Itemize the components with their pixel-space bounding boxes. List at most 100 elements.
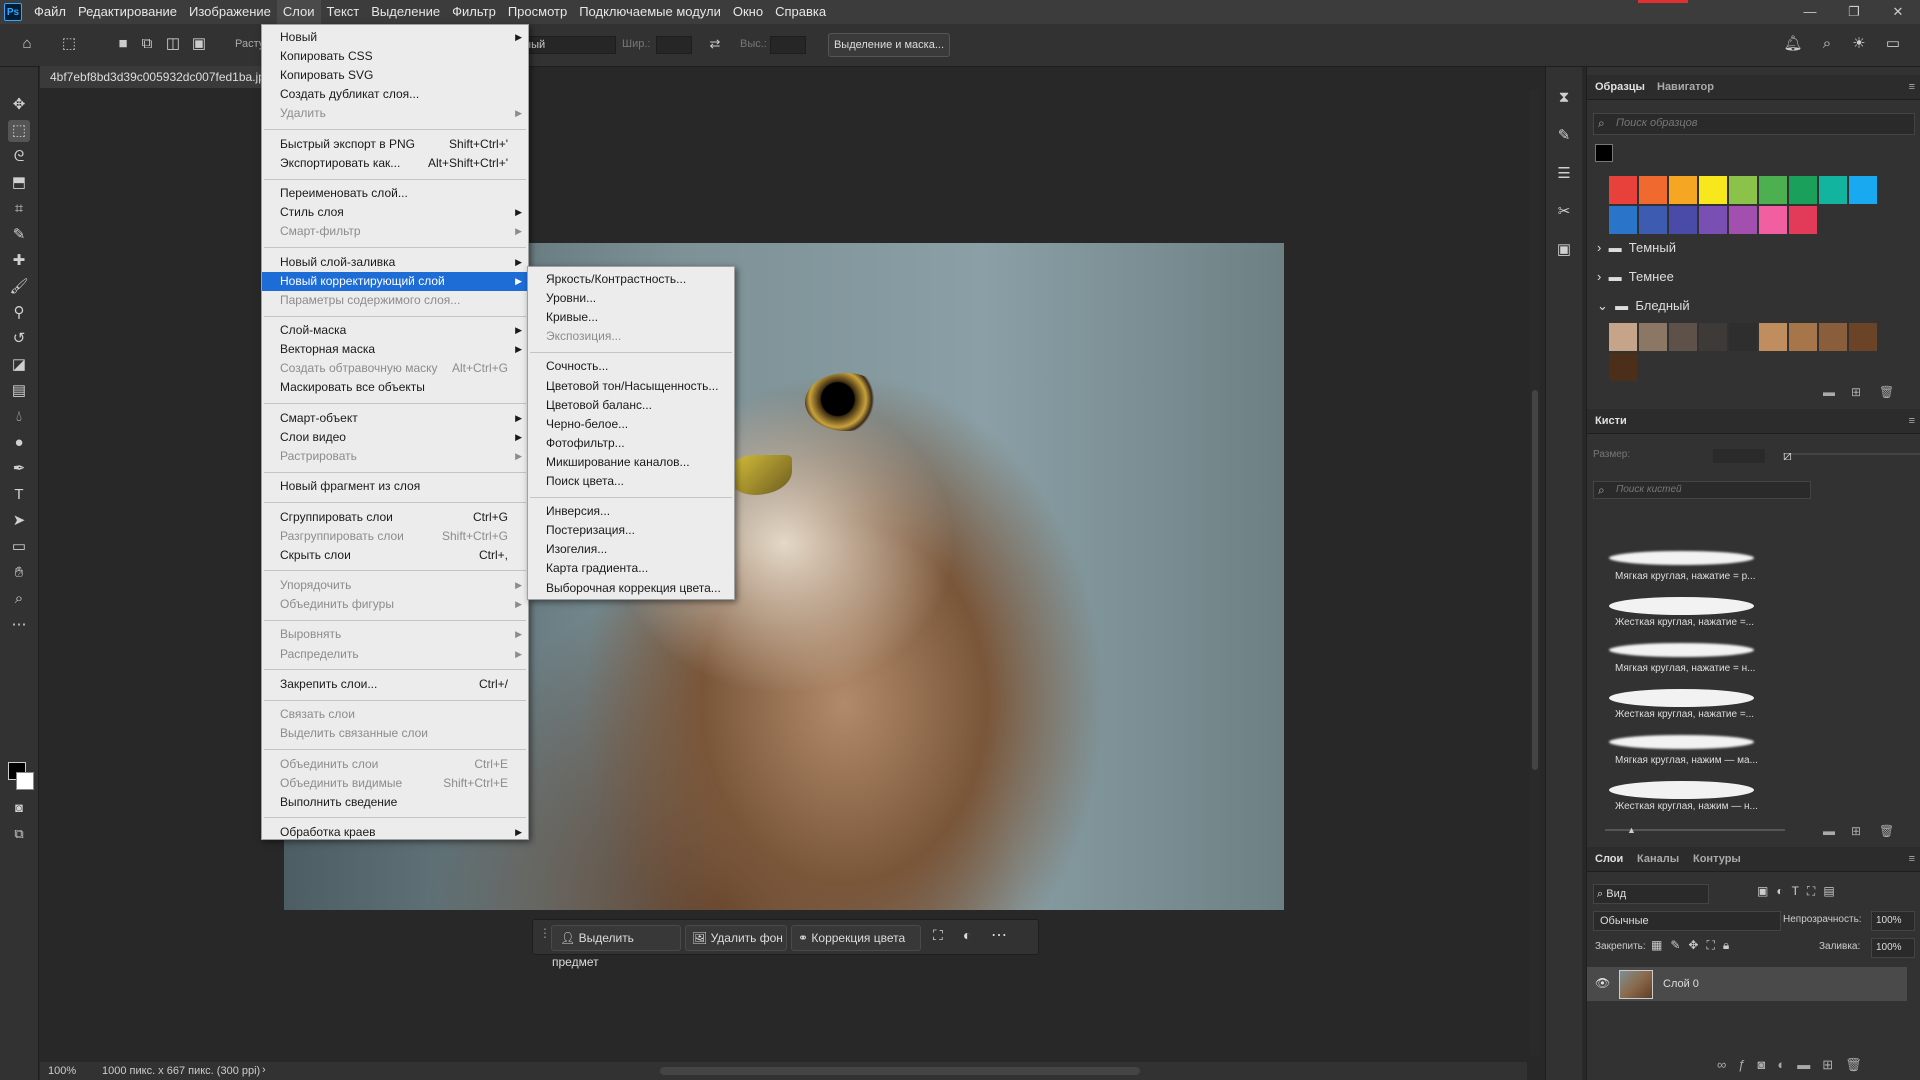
layer-actions[interactable]: ∞ƒ◙◐▬⊞🗑︎ — [1717, 1057, 1874, 1073]
gradient-tool-icon[interactable]: ▤ — [8, 380, 30, 402]
dodge-tool-icon[interactable]: ● — [8, 432, 30, 454]
new-group-icon[interactable]: ▬ — [1823, 824, 1835, 838]
menu-item[interactable]: Векторная маска ▶ — [262, 340, 528, 359]
color-swatch[interactable] — [1819, 176, 1847, 204]
more-options-icon[interactable]: ⋯ — [991, 925, 1007, 945]
select-subject-button[interactable]: 👤︎ Выделить предмет — [551, 925, 681, 969]
background-color-swatch[interactable] — [16, 772, 34, 790]
color-swatch[interactable] — [1819, 323, 1847, 351]
tab-paths[interactable]: Контуры — [1693, 847, 1741, 871]
healing-brush-icon[interactable]: ✚ — [8, 250, 30, 272]
delete-icon[interactable]: 🗑︎ — [1879, 385, 1894, 399]
style-select[interactable]: ный — [520, 36, 616, 54]
hand-tool-icon[interactable]: ✋︎ — [8, 562, 30, 584]
color-swatch[interactable] — [1669, 176, 1697, 204]
intersect-selection-icon[interactable]: ▣ — [188, 33, 210, 55]
workspace-icon[interactable]: ▭ — [1882, 33, 1904, 55]
menu-item[interactable]: Цветовой тон/Насыщенность... — [528, 377, 734, 396]
menu-item[interactable]: Слой-маска ▶ — [262, 321, 528, 340]
opacity-input[interactable]: 100% — [1871, 911, 1915, 931]
menu-item[interactable]: Уровни... — [528, 289, 734, 308]
close-icon[interactable]: ✕ — [1876, 0, 1920, 24]
discover-icon[interactable]: ☀ — [1848, 33, 1870, 55]
swatch-folder-darker[interactable]: › ▬ Темнее — [1597, 269, 1674, 284]
brush-preset[interactable]: Жесткая круглая, нажим — н... — [1607, 777, 1762, 821]
menu-3[interactable]: Слои — [276, 0, 321, 24]
menu-item[interactable]: Кривые... — [528, 308, 734, 327]
tab-brushes[interactable]: Кисти — [1595, 409, 1627, 433]
eraser-tool-icon[interactable]: ◪ — [8, 354, 30, 376]
new-group-icon[interactable]: ▬ — [1823, 385, 1835, 399]
visibility-eye-icon[interactable]: 👁︎ — [1595, 976, 1610, 990]
object-select-tool-icon[interactable]: ⬒ — [8, 172, 30, 194]
menu-item[interactable]: Новый слой-заливка ▶ — [262, 253, 528, 272]
panel-menu-icon[interactable]: ≡ — [1909, 847, 1915, 871]
color-swatch[interactable] — [1729, 323, 1757, 351]
brush-size-input[interactable] — [1713, 449, 1765, 463]
color-swatch[interactable] — [1699, 206, 1727, 234]
color-swatch[interactable] — [1759, 323, 1787, 351]
tab-swatches[interactable]: Образцы — [1595, 75, 1645, 99]
menu-item[interactable]: Слои видео ▶ — [262, 428, 528, 447]
path-select-icon[interactable]: ➤ — [8, 510, 30, 532]
vertical-scrollbar[interactable] — [1530, 90, 1540, 1055]
select-and-mask-button[interactable]: Выделение и маска... — [828, 33, 950, 57]
menu-item[interactable]: Сочность... — [528, 357, 734, 376]
color-swatch[interactable] — [1639, 323, 1667, 351]
menu-5[interactable]: Выделение — [365, 0, 446, 24]
zoom-tool-icon[interactable]: ⌕ — [8, 588, 30, 610]
menu-7[interactable]: Просмотр — [502, 0, 573, 24]
menu-item[interactable]: Поиск цвета... — [528, 472, 734, 491]
color-swatch[interactable] — [1729, 176, 1757, 204]
swap-icon[interactable]: ⇄ — [704, 33, 726, 55]
menu-8[interactable]: Подключаемые модули — [573, 0, 727, 24]
menu-item[interactable]: Переименовать слой... — [262, 184, 528, 203]
horizontal-scrollbar[interactable] — [660, 1067, 1140, 1075]
brush-preset[interactable]: Мягкая круглая, нажатие = р... — [1607, 547, 1762, 591]
screen-mode-icon[interactable]: ⧉ — [8, 823, 30, 845]
info-arrow-icon[interactable]: › — [262, 1064, 266, 1076]
marquee-tool-icon[interactable]: ⬚ — [8, 120, 30, 142]
brush-size-slider[interactable] — [1783, 453, 1920, 455]
menu-item[interactable]: Копировать CSS — [262, 47, 528, 66]
rectangle-tool-icon[interactable]: ▭ — [8, 536, 30, 558]
tab-layers[interactable]: Слои — [1595, 847, 1623, 871]
menu-item[interactable]: Выполнить сведение — [262, 793, 528, 812]
document-tab[interactable]: 4bf7ebf8bd3d39c005932dc007fed1ba.jp — [40, 66, 275, 88]
color-swatch[interactable] — [1609, 206, 1637, 234]
panel-menu-icon[interactable]: ≡ — [1909, 75, 1915, 99]
menu-item[interactable]: Смарт-объект ▶ — [262, 409, 528, 428]
drag-handle-icon[interactable]: ⋮ — [539, 926, 551, 940]
minimize-icon[interactable]: — — [1788, 0, 1832, 24]
menu-item[interactable]: Изогелия... — [528, 540, 734, 559]
menu-item[interactable]: Создать дубликат слоя... — [262, 85, 528, 104]
panel-menu-icon[interactable]: ≡ — [1909, 409, 1915, 433]
brush-edit-icon[interactable]: ⧄ — [1783, 447, 1792, 464]
color-swatch[interactable] — [1849, 176, 1877, 204]
menu-item[interactable]: Закрепить слои... Ctrl+/ — [262, 675, 528, 694]
slider-thumb-icon[interactable]: ▲ — [1627, 825, 1636, 835]
color-swatch[interactable] — [1639, 206, 1667, 234]
new-swatch-icon[interactable]: ⊞ — [1851, 385, 1861, 399]
clone-stamp-icon[interactable]: ⚲ — [8, 302, 30, 324]
menu-item[interactable]: Цветовой баланс... — [528, 396, 734, 415]
color-swatch[interactable] — [1729, 206, 1757, 234]
menu-0[interactable]: Файл — [28, 0, 72, 24]
properties-icon[interactable]: ☰ — [1553, 163, 1575, 185]
color-swatch[interactable] — [1759, 176, 1787, 204]
add-selection-icon[interactable]: ⧉ — [136, 33, 158, 55]
eyedropper-tool-icon[interactable]: ✎ — [8, 224, 30, 246]
transform-icon[interactable]: ⛶ — [933, 927, 943, 944]
menu-item[interactable]: Экспортировать как... Alt+Shift+Ctrl+' — [262, 154, 528, 173]
brush-preset[interactable]: Мягкая круглая, нажатие = н... — [1607, 639, 1762, 683]
type-tool-icon[interactable]: T — [8, 484, 30, 506]
layer-name[interactable]: Слой 0 — [1663, 978, 1699, 990]
tab-channels[interactable]: Каналы — [1637, 847, 1679, 871]
menu-item[interactable]: Выборочная коррекция цвета... — [528, 579, 734, 598]
color-swatch[interactable] — [1849, 323, 1877, 351]
history-brush-icon[interactable]: ↺ — [8, 328, 30, 350]
blur-tool-icon[interactable]: 💧︎ — [8, 406, 30, 428]
color-swatch[interactable] — [1669, 206, 1697, 234]
tools-icon[interactable]: ✂ — [1553, 201, 1575, 223]
color-swatch[interactable] — [1699, 176, 1727, 204]
